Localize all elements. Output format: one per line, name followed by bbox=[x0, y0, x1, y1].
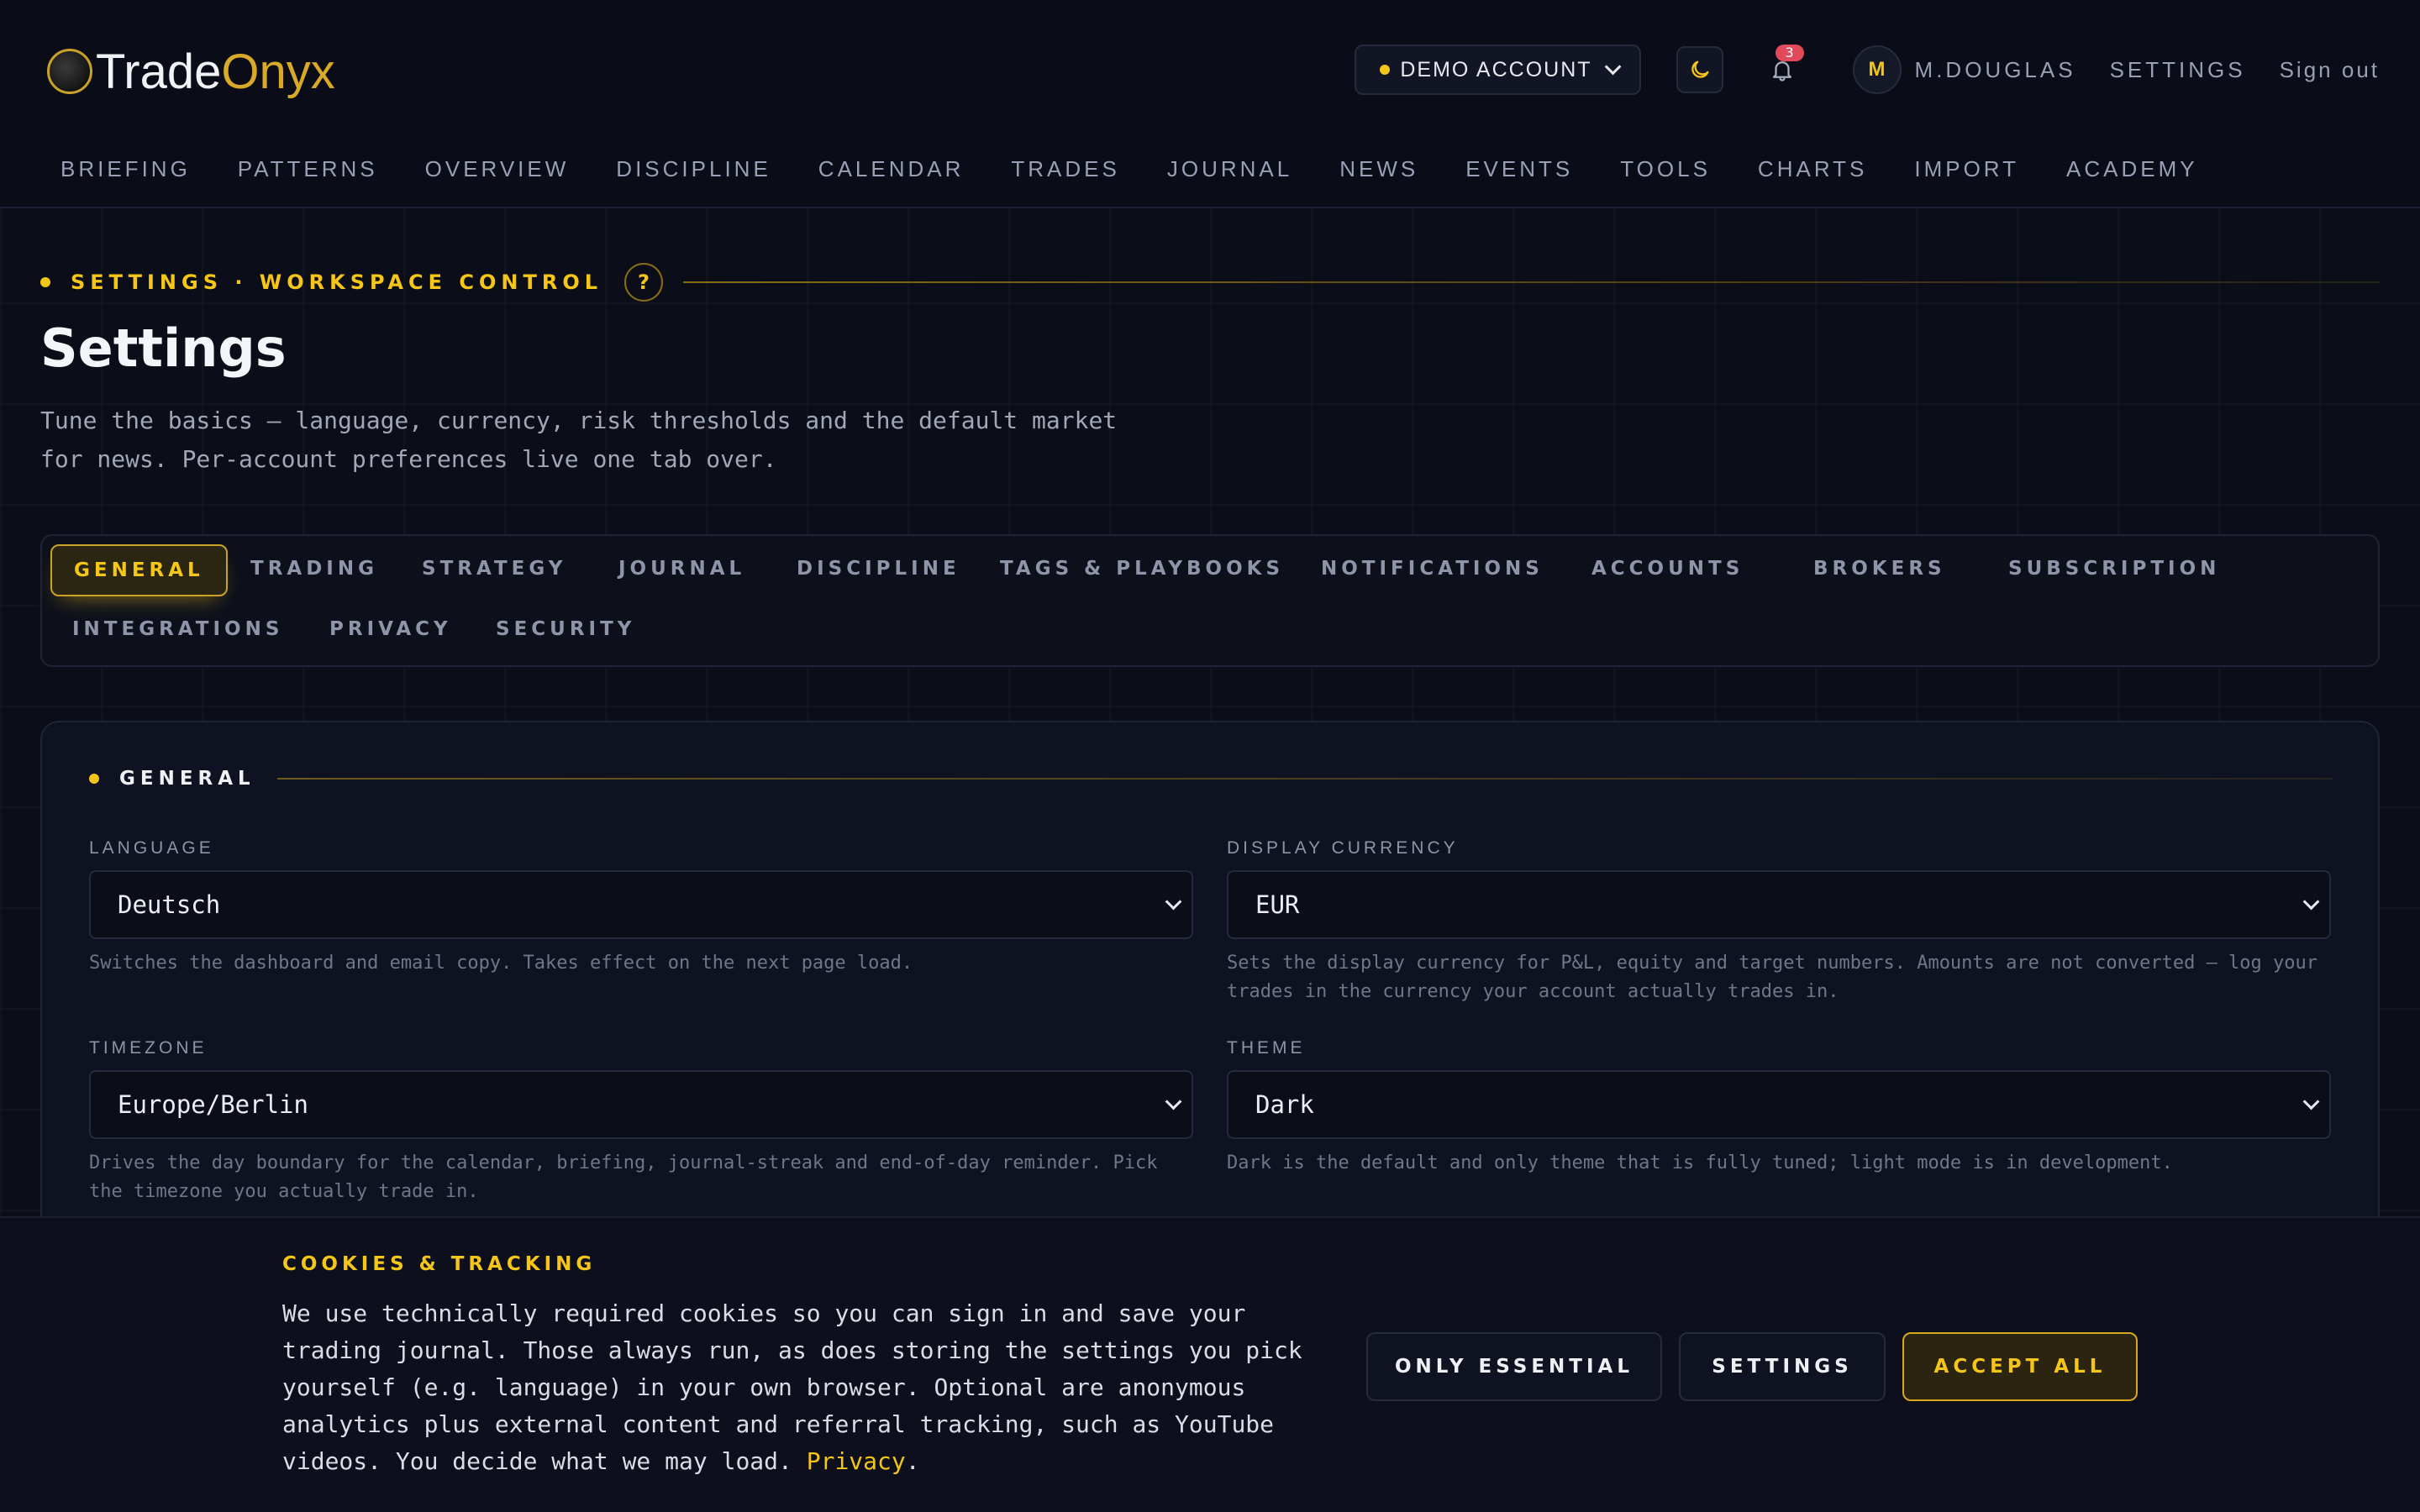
section-dot bbox=[89, 774, 99, 784]
timezone-select[interactable]: Europe/Berlin bbox=[89, 1070, 1193, 1139]
theme-select[interactable]: Dark bbox=[1227, 1070, 2331, 1139]
nav-item-events[interactable]: EVENTS bbox=[1465, 156, 1573, 182]
signout-link[interactable]: Sign out bbox=[2280, 57, 2380, 83]
nav-item-academy[interactable]: ACADEMY bbox=[2066, 156, 2198, 182]
help-icon[interactable]: ? bbox=[624, 263, 664, 302]
top-bar: TradeOnyx DEMO ACCOUNT 3 M M.DOUGLAS SET… bbox=[0, 0, 2420, 208]
nav-item-trades[interactable]: TRADES bbox=[1011, 156, 1119, 182]
theme-toggle-button[interactable] bbox=[1676, 46, 1723, 93]
nav-item-briefing[interactable]: BRIEFING bbox=[60, 156, 191, 182]
nav-item-charts[interactable]: CHARTS bbox=[1758, 156, 1867, 182]
section-divider bbox=[276, 778, 2333, 780]
tab-integrations[interactable]: INTEGRATIONS bbox=[50, 605, 305, 657]
section-header: GENERAL bbox=[89, 766, 2333, 791]
language-field: LANGUAGE Deutsch Switches the dashboard … bbox=[89, 838, 1193, 978]
currency-label: DISPLAY CURRENCY bbox=[1227, 838, 1459, 858]
moon-icon bbox=[1691, 60, 1709, 78]
tab-brokers[interactable]: BROKERS bbox=[1791, 544, 1968, 596]
theme-hint: Dark is the default and only theme that … bbox=[1227, 1152, 2173, 1173]
chevron-down-icon bbox=[1165, 893, 1182, 911]
nav-item-overview[interactable]: OVERVIEW bbox=[425, 156, 570, 182]
tab-tags-playbooks[interactable]: TAGS & PLAYBOOKS bbox=[978, 544, 1306, 596]
chevron-down-icon bbox=[2302, 893, 2320, 911]
nav-item-calendar[interactable]: CALENDAR bbox=[818, 156, 965, 182]
cookie-body: We use technically required cookies so y… bbox=[282, 1299, 1302, 1475]
language-label: LANGUAGE bbox=[89, 838, 214, 858]
account-switcher-label: DEMO ACCOUNT bbox=[1400, 57, 1592, 81]
brand-logo[interactable]: TradeOnyx bbox=[47, 42, 335, 101]
tab-accounts[interactable]: ACCOUNTS bbox=[1570, 544, 1765, 596]
nav-item-journal[interactable]: JOURNAL bbox=[1167, 156, 1292, 182]
privacy-link[interactable]: Privacy bbox=[807, 1447, 906, 1475]
tab-strategy[interactable]: STRATEGY bbox=[400, 544, 588, 596]
cookie-title: COOKIES & TRACKING bbox=[282, 1253, 597, 1275]
currency-hint: Sets the display currency for P&L, equit… bbox=[1227, 953, 2318, 1002]
cookie-text: We use technically required cookies so y… bbox=[282, 1295, 1341, 1480]
logo-mark-icon bbox=[47, 49, 92, 94]
tab-security[interactable]: SECURITY bbox=[474, 605, 657, 657]
nav-item-patterns[interactable]: PATTERNS bbox=[238, 156, 378, 182]
header-actions: DEMO ACCOUNT 3 M M.DOUGLAS SETTINGS Sign… bbox=[1355, 44, 2380, 96]
currency-select[interactable]: EUR bbox=[1227, 870, 2331, 939]
tab-notifications[interactable]: NOTIFICATIONS bbox=[1299, 544, 1565, 596]
chevron-down-icon bbox=[1165, 1093, 1182, 1110]
language-hint: Switches the dashboard and email copy. T… bbox=[89, 953, 913, 974]
eyebrow-divider bbox=[683, 281, 2380, 283]
notification-count-badge: 3 bbox=[1775, 45, 1804, 61]
currency-value: EUR bbox=[1255, 890, 1300, 919]
chevron-down-icon bbox=[2302, 1093, 2320, 1110]
cookie-banner: COOKIES & TRACKING We use technically re… bbox=[0, 1216, 2420, 1512]
language-value: Deutsch bbox=[118, 890, 221, 919]
chevron-down-icon bbox=[1604, 58, 1621, 76]
notifications-button[interactable]: 3 bbox=[1759, 45, 1806, 93]
avatar[interactable]: M bbox=[1852, 45, 1902, 94]
tab-trading[interactable]: TRADING bbox=[229, 544, 400, 596]
eyebrow-text: SETTINGS · WORKSPACE CONTROL bbox=[71, 270, 603, 294]
timezone-value: Europe/Berlin bbox=[118, 1090, 308, 1119]
brand-name-part2: Onyx bbox=[221, 44, 335, 99]
settings-tabs: GENERAL TRADING STRATEGY JOURNAL DISCIPL… bbox=[40, 534, 2380, 667]
page-description: Tune the basics — language, currency, ri… bbox=[40, 407, 1118, 473]
page-root: TradeOnyx DEMO ACCOUNT 3 M M.DOUGLAS SET… bbox=[0, 0, 2420, 1512]
cookie-settings-button[interactable]: SETTINGS bbox=[1679, 1332, 1886, 1401]
theme-field: THEME Dark Dark is the default and only … bbox=[1227, 1038, 2331, 1178]
brand-name: TradeOnyx bbox=[96, 44, 335, 100]
theme-label: THEME bbox=[1227, 1038, 1306, 1058]
main-nav: BRIEFING PATTERNS OVERVIEW DISCIPLINE CA… bbox=[60, 156, 2245, 182]
currency-field: DISPLAY CURRENCY EUR Sets the display cu… bbox=[1227, 838, 2331, 1006]
accept-all-button[interactable]: ACCEPT ALL bbox=[1902, 1332, 2138, 1401]
username-link[interactable]: M.DOUGLAS bbox=[1915, 57, 2076, 83]
nav-item-import[interactable]: IMPORT bbox=[1914, 156, 2019, 182]
page-eyebrow: SETTINGS · WORKSPACE CONTROL ? bbox=[40, 263, 2380, 302]
theme-value: Dark bbox=[1255, 1090, 1314, 1119]
timezone-label: TIMEZONE bbox=[89, 1038, 208, 1058]
tab-privacy[interactable]: PRIVACY bbox=[308, 605, 474, 657]
tab-subscription[interactable]: SUBSCRIPTION bbox=[1986, 544, 2242, 596]
nav-item-tools[interactable]: TOOLS bbox=[1620, 156, 1711, 182]
cookie-period: . bbox=[905, 1447, 920, 1475]
timezone-hint: Drives the day boundary for the calendar… bbox=[89, 1152, 1158, 1202]
tab-journal[interactable]: JOURNAL bbox=[597, 544, 767, 596]
page-title: Settings bbox=[40, 318, 287, 379]
section-title: GENERAL bbox=[119, 768, 255, 790]
account-switcher[interactable]: DEMO ACCOUNT bbox=[1355, 45, 1641, 95]
settings-link[interactable]: SETTINGS bbox=[2110, 57, 2246, 83]
brand-name-part1: Trade bbox=[96, 44, 222, 99]
nav-item-news[interactable]: NEWS bbox=[1339, 156, 1418, 182]
account-status-dot bbox=[1380, 65, 1391, 75]
nav-item-discipline[interactable]: DISCIPLINE bbox=[616, 156, 771, 182]
tab-general[interactable]: GENERAL bbox=[50, 544, 228, 596]
tab-discipline[interactable]: DISCIPLINE bbox=[775, 544, 982, 596]
timezone-field: TIMEZONE Europe/Berlin Drives the day bo… bbox=[89, 1038, 1193, 1206]
language-select[interactable]: Deutsch bbox=[89, 870, 1193, 939]
only-essential-button[interactable]: ONLY ESSENTIAL bbox=[1366, 1332, 1662, 1401]
eyebrow-dot bbox=[40, 277, 50, 287]
